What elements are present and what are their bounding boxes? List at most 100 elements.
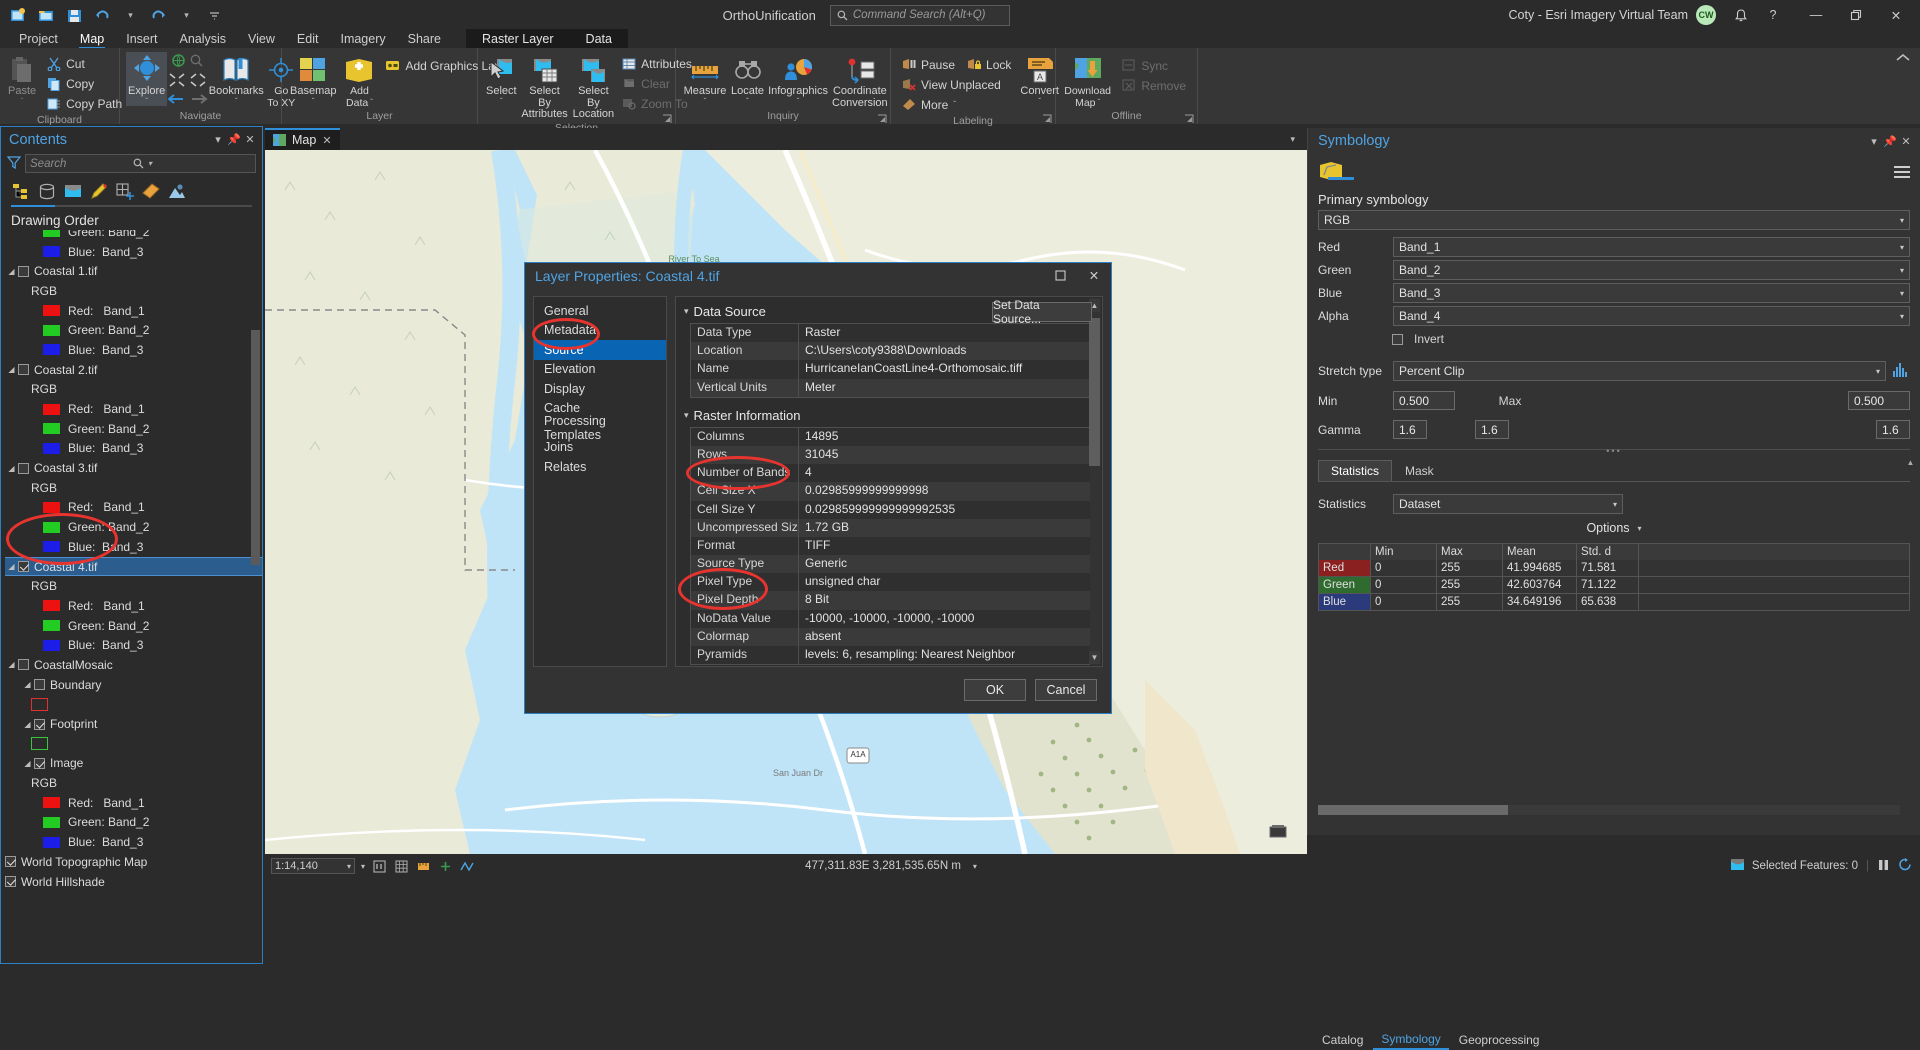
- dialog-nav-item-elevation[interactable]: Elevation: [534, 360, 666, 380]
- convert-caret[interactable]: ˇ: [1038, 98, 1041, 106]
- layer-visibility-checkbox[interactable]: [5, 876, 16, 887]
- collapse-ribbon-icon[interactable]: [1896, 52, 1910, 66]
- tab-imagery[interactable]: Imagery: [329, 30, 396, 49]
- layer-tree-symbol-row[interactable]: Green: Band_2: [5, 230, 262, 242]
- more-labeling-button[interactable]: More ˇ: [897, 95, 1016, 114]
- layer-tree-symbol-row[interactable]: Blue: Band_3: [5, 242, 262, 262]
- layer-tree-item[interactable]: ◢Footprint: [5, 714, 262, 734]
- tree-scrollbar[interactable]: [251, 230, 260, 963]
- chevron-down-icon[interactable]: ▾: [684, 306, 689, 317]
- list-by-drawing-order-icon[interactable]: [11, 182, 30, 201]
- property-row[interactable]: Uncompressed Size1.72 GB: [691, 519, 1091, 537]
- expand-collapse-icon[interactable]: ◢: [5, 464, 18, 473]
- property-row[interactable]: Columns14895: [691, 428, 1091, 446]
- stretch-type-select[interactable]: Percent Clip▾: [1393, 361, 1886, 381]
- band-select-blue[interactable]: Band_3▾: [1393, 283, 1910, 303]
- select-button[interactable]: Select ˇ: [484, 52, 519, 106]
- previous-extent-icon[interactable]: [167, 93, 184, 108]
- layer-visibility-checkbox[interactable]: [18, 463, 29, 474]
- layer-visibility-checkbox[interactable]: [18, 561, 29, 572]
- zoom-in-arrows-icon[interactable]: [169, 73, 185, 90]
- layer-tree-item[interactable]: ◢Coastal 1.tif: [5, 261, 262, 281]
- layer-tree-symbol-row[interactable]: Green: Band_2: [5, 517, 262, 537]
- property-row[interactable]: FormatTIFF: [691, 537, 1091, 555]
- layer-visibility-checkbox[interactable]: [34, 719, 45, 730]
- convert-labels-button[interactable]: A Convert ˇ: [1018, 52, 1061, 106]
- primary-symbology-select[interactable]: RGB ▾: [1318, 210, 1910, 230]
- paste-caret[interactable]: ˇ: [21, 98, 24, 106]
- tab-geoprocessing[interactable]: Geoprocessing: [1451, 1031, 1548, 1049]
- layer-tree-symbol-row[interactable]: Green: Band_2: [5, 813, 262, 833]
- tab-mask[interactable]: Mask: [1392, 460, 1447, 481]
- pause-labeling-button[interactable]: Pause: [897, 55, 960, 74]
- invert-checkbox-row[interactable]: Invert: [1308, 326, 1920, 346]
- dialog-scrollbar[interactable]: ▲ ▼: [1090, 298, 1101, 665]
- scale-dropdown-icon[interactable]: ▾: [347, 862, 351, 871]
- property-row[interactable]: LocationC:\Users\coty9388\Downloads: [691, 342, 1091, 360]
- section-title-raster-info[interactable]: ▾ Raster Information: [676, 398, 1102, 427]
- tab-share[interactable]: Share: [397, 30, 452, 49]
- gamma-input-green[interactable]: 1.6: [1475, 420, 1509, 439]
- open-project-icon[interactable]: [37, 6, 56, 25]
- list-by-editing-icon[interactable]: [89, 182, 108, 201]
- tab-edit[interactable]: Edit: [286, 30, 330, 49]
- tab-project[interactable]: Project: [8, 30, 69, 49]
- expand-collapse-icon[interactable]: ◢: [5, 660, 18, 669]
- ok-button[interactable]: OK: [964, 679, 1026, 701]
- inquiry-dialog-launcher[interactable]: [877, 113, 887, 123]
- tab-symbology[interactable]: Symbology: [1373, 1030, 1448, 1050]
- basemap-button[interactable]: Basemap ˇ: [288, 52, 338, 106]
- table-row[interactable]: Green 0 255 42.603764 71.122: [1318, 577, 1910, 594]
- cancel-button[interactable]: Cancel: [1035, 679, 1097, 701]
- layer-visibility-checkbox[interactable]: [18, 364, 29, 375]
- layer-tree-item[interactable]: World Topographic Map: [5, 852, 262, 872]
- map-tab-close-icon[interactable]: ✕: [322, 134, 331, 147]
- customize-qat-icon[interactable]: [205, 6, 224, 25]
- layer-tree-symbol-row[interactable]: Blue: Band_3: [5, 439, 262, 459]
- property-row[interactable]: Rows31045: [691, 446, 1091, 464]
- list-by-selection-icon[interactable]: [63, 182, 82, 201]
- scroll-down-arrow-icon[interactable]: ▼: [1089, 651, 1100, 664]
- undo-icon[interactable]: [93, 6, 112, 25]
- options-chevron-down-icon[interactable]: ▾: [1638, 524, 1642, 533]
- tab-insert[interactable]: Insert: [115, 30, 168, 49]
- locate-button[interactable]: Locate ˇ: [729, 52, 766, 106]
- expand-collapse-icon[interactable]: ◢: [21, 680, 34, 689]
- expand-collapse-icon[interactable]: ◢: [5, 267, 18, 276]
- search-input[interactable]: Search ▾: [25, 154, 256, 173]
- layer-tree-item[interactable]: ◢Image: [5, 754, 262, 774]
- undo-dropdown-icon[interactable]: ▾: [121, 6, 140, 25]
- layer-visibility-checkbox[interactable]: [18, 659, 29, 670]
- layer-tree-item[interactable]: ◢CoastalMosaic: [5, 655, 262, 675]
- band-select-red[interactable]: Band_1▾: [1393, 237, 1910, 257]
- layer-tree-symbol-row[interactable]: Green: Band_2: [5, 320, 262, 340]
- statistics-vertical-scrollbar[interactable]: ▲: [1905, 458, 1916, 544]
- hamburger-menu-icon[interactable]: [1894, 166, 1910, 178]
- measure-status-icon[interactable]: [415, 858, 431, 874]
- scroll-up-arrow-icon[interactable]: ▲: [1905, 458, 1916, 469]
- selection-dialog-launcher[interactable]: [662, 113, 672, 123]
- set-data-source-button[interactable]: Set Data Source...: [992, 302, 1092, 322]
- dialog-nav-item-metadata[interactable]: Metadata: [534, 321, 666, 341]
- search-dropdown-icon[interactable]: ▾: [144, 159, 251, 168]
- list-by-data-source-icon[interactable]: [37, 182, 56, 201]
- table-row[interactable]: Red 0 255 41.994685 71.581: [1318, 560, 1910, 577]
- offline-dialog-launcher[interactable]: [1184, 113, 1194, 123]
- cut-button[interactable]: Cut: [42, 54, 127, 73]
- statistics-horizontal-scrollbar[interactable]: [1318, 805, 1900, 815]
- zoom-out-arrows-icon[interactable]: [190, 73, 206, 90]
- pause-drawing-icon[interactable]: [1877, 859, 1890, 874]
- copy-button[interactable]: Copy: [42, 74, 127, 93]
- dialog-scroll-thumb[interactable]: [1089, 318, 1100, 466]
- chevron-down-icon[interactable]: ▾: [210, 132, 226, 148]
- layer-tree-symbol-row[interactable]: Blue: Band_3: [5, 832, 262, 852]
- layer-tree-symbol-row[interactable]: RGB: [5, 380, 262, 400]
- download-map-caret[interactable]: ˇ: [1098, 99, 1101, 107]
- layer-tree-item[interactable]: ◢Coastal 2.tif: [5, 360, 262, 380]
- table-row[interactable]: Blue 0 255 34.649196 65.638: [1318, 594, 1910, 611]
- expand-collapse-icon[interactable]: ◢: [21, 720, 34, 729]
- layer-tree-symbol-row[interactable]: [5, 695, 262, 715]
- view-unplaced-button[interactable]: View Unplaced: [897, 75, 1016, 94]
- layer-tree-item[interactable]: World Hillshade: [5, 872, 262, 892]
- notifications-bell-icon[interactable]: [1728, 8, 1754, 23]
